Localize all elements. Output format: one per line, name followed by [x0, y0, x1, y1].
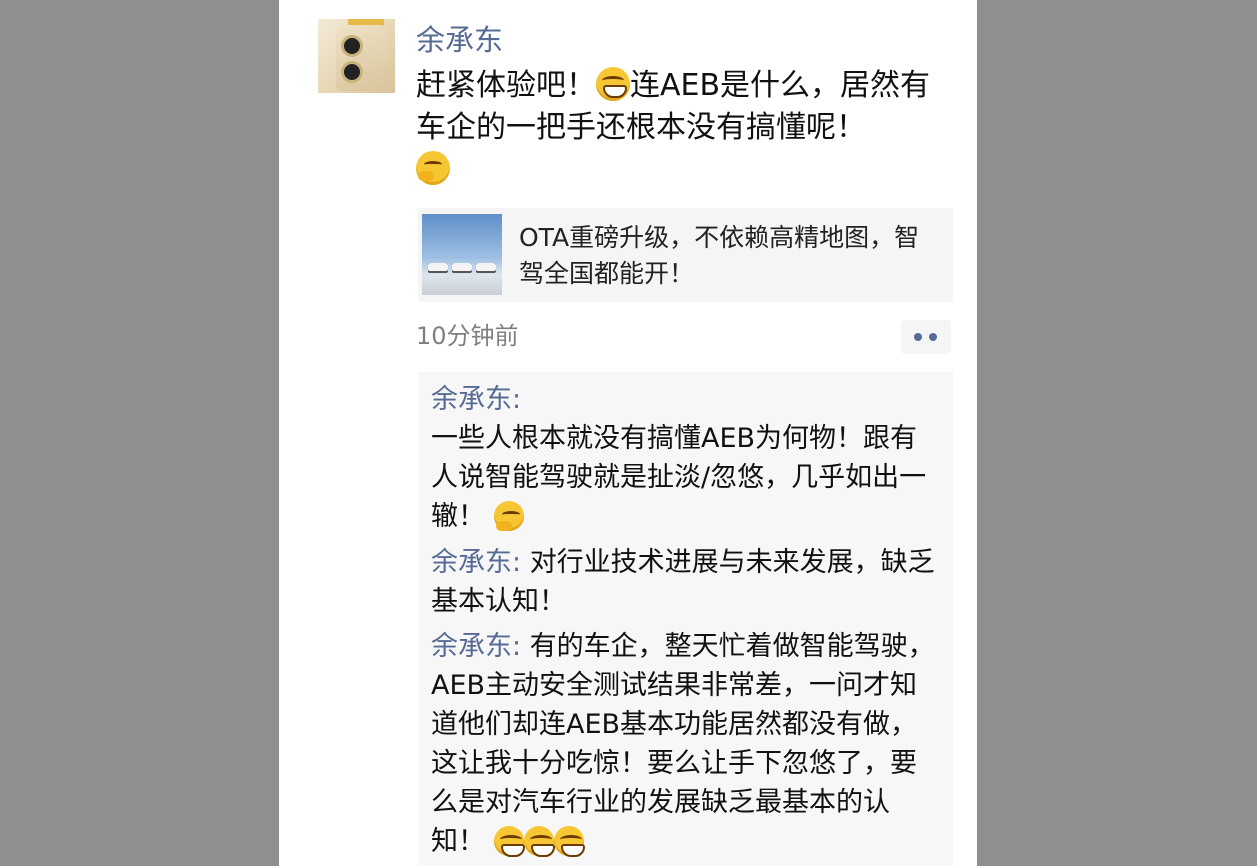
camera-icon	[341, 61, 363, 83]
grin-icon	[553, 826, 585, 857]
thinking-icon	[493, 501, 524, 531]
post-text-part1: 赶紧体验吧！	[416, 68, 596, 103]
car-icon	[452, 263, 472, 271]
phone-image	[336, 25, 386, 91]
comment-separator: :	[512, 384, 522, 415]
comment-separator: :	[512, 631, 530, 662]
more-actions-button[interactable]	[901, 320, 951, 354]
camera-icon	[341, 35, 363, 57]
avatar[interactable]	[318, 19, 395, 93]
post-author-name[interactable]: 余承东	[416, 20, 503, 60]
dot-icon	[929, 333, 937, 341]
comment-item: 余承东: 有的车企，整天忙着做智能驾驶，AEB主动安全测试结果非常差，一问才知道…	[431, 627, 943, 861]
dot-icon	[914, 333, 922, 341]
comment-item: 余承东: 一些人根本就没有搞懂AEB为何物！跟有人说智能驾驶就是扯淡/忽悠，几乎…	[431, 380, 943, 536]
shared-link-card[interactable]: OTA重磅升级，不依赖高精地图，智驾全国都能开！	[418, 208, 953, 302]
link-title: OTA重磅升级，不依赖高精地图，智驾全国都能开！	[519, 223, 920, 288]
comment-text: 有的车企，整天忙着做智能驾驶，AEB主动安全测试结果非常差，一问才知道他们却连A…	[431, 631, 935, 857]
moments-post-panel: 余承东 赶紧体验吧！ 连AEB是什么，居然有车企的一把手还根本没有搞懂呢！ OTA…	[279, 0, 977, 866]
comment-author[interactable]: 余承东	[431, 631, 512, 662]
comment-author[interactable]: 余承东	[431, 547, 512, 578]
thinking-icon	[416, 151, 450, 185]
comment-author[interactable]: 余承东	[431, 384, 512, 415]
car-icon	[476, 263, 496, 271]
link-thumbnail	[422, 214, 502, 295]
post-text: 赶紧体验吧！ 连AEB是什么，居然有车企的一把手还根本没有搞懂呢！	[416, 65, 956, 191]
grin-icon	[523, 826, 555, 857]
comment-separator: :	[512, 547, 530, 578]
post-timestamp: 10分钟前	[416, 322, 519, 350]
grin-icon	[493, 826, 525, 857]
grin-icon	[596, 67, 630, 101]
comment-item: 余承东: 对行业技术进展与未来发展，缺乏基本认知！	[431, 543, 943, 621]
comments-section: 余承东: 一些人根本就没有搞懂AEB为何物！跟有人说智能驾驶就是扯淡/忽悠，几乎…	[418, 372, 953, 866]
car-icon	[428, 263, 448, 271]
